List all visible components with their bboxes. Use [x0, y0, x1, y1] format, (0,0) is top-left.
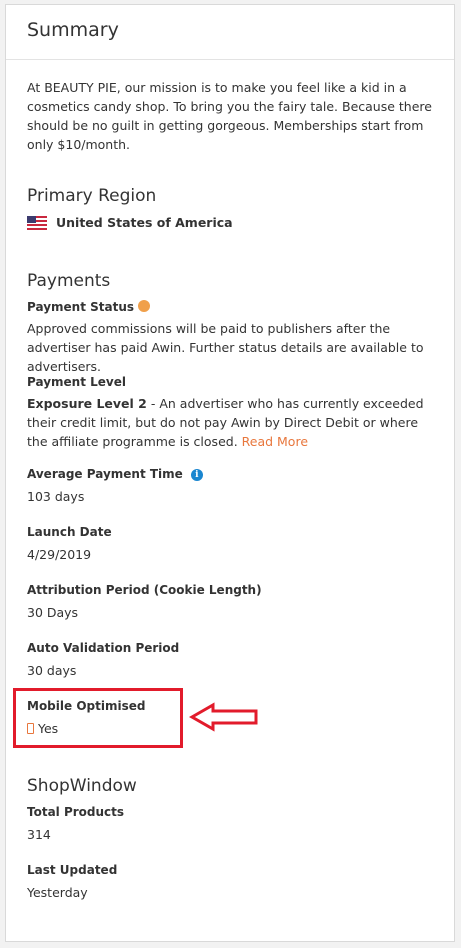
payment-status-label-text: Payment Status	[27, 300, 135, 314]
payment-level-name: Exposure Level 2	[27, 396, 147, 411]
primary-region-heading: Primary Region	[27, 186, 157, 206]
payment-status-indicator-icon	[138, 300, 151, 312]
info-icon[interactable]: i	[190, 469, 203, 481]
launch-date-label: Launch Date	[27, 525, 112, 539]
summary-card: Summary At BEAUTY PIE, our mission is to…	[5, 4, 455, 942]
avg-payment-time-value: 103 days	[27, 489, 85, 504]
attribution-period-label: Attribution Period (Cookie Length)	[27, 583, 262, 597]
annotation-highlight-box	[13, 688, 183, 748]
card-header: Summary	[6, 5, 454, 60]
shopwindow-heading: ShopWindow	[27, 776, 137, 796]
read-more-link[interactable]: Read More	[242, 434, 308, 449]
us-flag-icon	[27, 216, 47, 230]
card-title: Summary	[27, 19, 119, 41]
primary-region-country: United States of America	[56, 215, 233, 230]
advertiser-description: At BEAUTY PIE, our mission is to make yo…	[27, 80, 432, 152]
total-products-value: 314	[27, 827, 51, 842]
payment-level-label: Payment Level	[27, 375, 126, 389]
launch-date-value: 4/29/2019	[27, 547, 92, 562]
annotation-arrow-icon	[189, 702, 258, 732]
payment-status-label: Payment Status	[27, 300, 151, 314]
avg-payment-time-label-text: Average Payment Time	[27, 467, 183, 481]
last-updated-label: Last Updated	[27, 863, 118, 877]
avg-payment-time-label: Average Payment Time i	[27, 467, 203, 481]
payments-heading: Payments	[27, 271, 111, 291]
auto-validation-label: Auto Validation Period	[27, 641, 180, 655]
attribution-period-value: 30 Days	[27, 605, 79, 620]
total-products-label: Total Products	[27, 805, 125, 819]
payment-level-text: Exposure Level 2 - An advertiser who has…	[27, 394, 439, 451]
payment-status-text: Approved commissions will be paid to pub…	[27, 321, 424, 374]
auto-validation-value: 30 days	[27, 663, 77, 678]
last-updated-value: Yesterday	[27, 885, 88, 900]
